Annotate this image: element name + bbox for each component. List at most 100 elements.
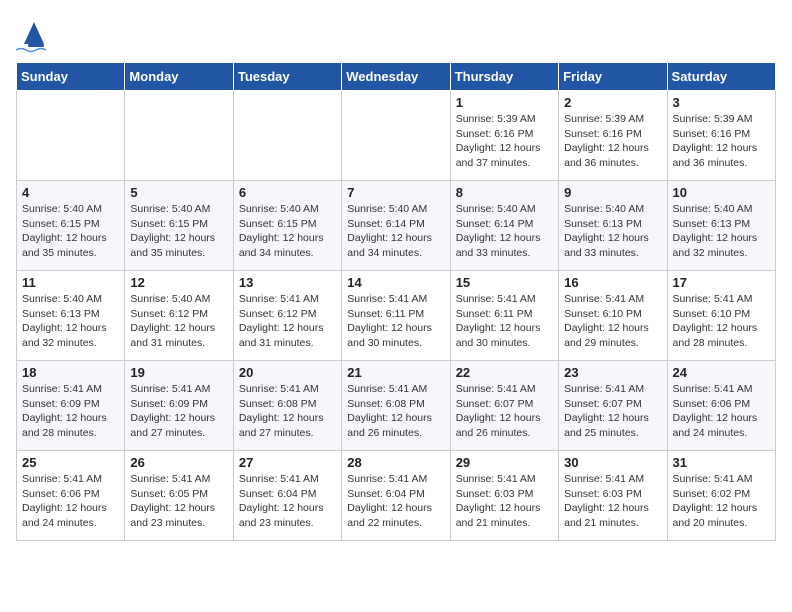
calendar-cell: 22 Sunrise: 5:41 AM Sunset: 6:07 PM Dayli… (450, 361, 558, 451)
calendar-cell: 9 Sunrise: 5:40 AM Sunset: 6:13 PM Daylig… (559, 181, 667, 271)
calendar-cell: 30 Sunrise: 5:41 AM Sunset: 6:03 PM Dayli… (559, 451, 667, 541)
day-info: Sunrise: 5:39 AM Sunset: 6:16 PM Dayligh… (564, 112, 661, 171)
day-info: Sunrise: 5:41 AM Sunset: 6:06 PM Dayligh… (673, 382, 770, 441)
day-info: Sunrise: 5:40 AM Sunset: 6:13 PM Dayligh… (564, 202, 661, 261)
day-number: 21 (347, 365, 444, 380)
calendar-week-row: 25 Sunrise: 5:41 AM Sunset: 6:06 PM Dayli… (17, 451, 776, 541)
weekday-header-thursday: Thursday (450, 63, 558, 91)
calendar-cell: 12Sunrise: 5:40 AM Sunset: 6:12 PM Dayli… (125, 271, 233, 361)
day-info: Sunrise: 5:41 AM Sunset: 6:03 PM Dayligh… (456, 472, 553, 531)
calendar-cell: 11 Sunrise: 5:40 AM Sunset: 6:13 PM Dayli… (17, 271, 125, 361)
day-number: 3 (673, 95, 770, 110)
day-info: Sunrise: 5:41 AM Sunset: 6:04 PM Dayligh… (239, 472, 336, 531)
calendar-cell: 5 Sunrise: 5:40 AM Sunset: 6:15 PM Daylig… (125, 181, 233, 271)
day-info: Sunrise: 5:41 AM Sunset: 6:10 PM Dayligh… (673, 292, 770, 351)
calendar-cell: 8 Sunrise: 5:40 AM Sunset: 6:14 PM Daylig… (450, 181, 558, 271)
day-info: Sunrise: 5:40 AM Sunset: 6:15 PM Dayligh… (22, 202, 119, 261)
day-number: 2 (564, 95, 661, 110)
day-number: 23 (564, 365, 661, 380)
day-number: 7 (347, 185, 444, 200)
day-number: 14 (347, 275, 444, 290)
calendar-cell: 27 Sunrise: 5:41 AM Sunset: 6:04 PM Dayli… (233, 451, 341, 541)
calendar-cell: 23 Sunrise: 5:41 AM Sunset: 6:07 PM Dayli… (559, 361, 667, 451)
day-number: 16 (564, 275, 661, 290)
day-number: 6 (239, 185, 336, 200)
logo-svg (16, 16, 96, 54)
day-info: Sunrise: 5:40 AM Sunset: 6:15 PM Dayligh… (239, 202, 336, 261)
day-info: Sunrise: 5:41 AM Sunset: 6:04 PM Dayligh… (347, 472, 444, 531)
day-info: Sunrise: 5:39 AM Sunset: 6:16 PM Dayligh… (456, 112, 553, 171)
day-number: 4 (22, 185, 119, 200)
calendar-cell: 31 Sunrise: 5:41 AM Sunset: 6:02 PM Dayli… (667, 451, 775, 541)
day-info: Sunrise: 5:41 AM Sunset: 6:07 PM Dayligh… (456, 382, 553, 441)
calendar-cell: 26 Sunrise: 5:41 AM Sunset: 6:05 PM Dayli… (125, 451, 233, 541)
weekday-header-monday: Monday (125, 63, 233, 91)
day-number: 22 (456, 365, 553, 380)
day-info: Sunrise: 5:41 AM Sunset: 6:06 PM Dayligh… (22, 472, 119, 531)
day-info: Sunrise: 5:41 AM Sunset: 6:08 PM Dayligh… (347, 382, 444, 441)
calendar-cell (17, 91, 125, 181)
day-info: Sunrise: 5:41 AM Sunset: 6:07 PM Dayligh… (564, 382, 661, 441)
calendar-cell: 29Sunrise: 5:41 AM Sunset: 6:03 PM Dayli… (450, 451, 558, 541)
calendar-week-row: 18Sunrise: 5:41 AM Sunset: 6:09 PM Dayli… (17, 361, 776, 451)
day-info: Sunrise: 5:40 AM Sunset: 6:14 PM Dayligh… (456, 202, 553, 261)
calendar-table: SundayMondayTuesdayWednesdayThursdayFrid… (16, 62, 776, 541)
logo (16, 16, 96, 54)
day-number: 31 (673, 455, 770, 470)
day-number: 10 (673, 185, 770, 200)
calendar-week-row: 1 Sunrise: 5:39 AM Sunset: 6:16 PM Daylig… (17, 91, 776, 181)
calendar-header: SundayMondayTuesdayWednesdayThursdayFrid… (17, 63, 776, 91)
day-number: 15 (456, 275, 553, 290)
day-number: 24 (673, 365, 770, 380)
day-number: 27 (239, 455, 336, 470)
day-number: 19 (130, 365, 227, 380)
day-info: Sunrise: 5:41 AM Sunset: 6:11 PM Dayligh… (456, 292, 553, 351)
calendar-cell: 17Sunrise: 5:41 AM Sunset: 6:10 PM Dayli… (667, 271, 775, 361)
day-number: 30 (564, 455, 661, 470)
day-number: 1 (456, 95, 553, 110)
calendar-cell: 14 Sunrise: 5:41 AM Sunset: 6:11 PM Dayli… (342, 271, 450, 361)
weekday-header-row: SundayMondayTuesdayWednesdayThursdayFrid… (17, 63, 776, 91)
day-number: 8 (456, 185, 553, 200)
day-info: Sunrise: 5:41 AM Sunset: 6:03 PM Dayligh… (564, 472, 661, 531)
day-info: Sunrise: 5:41 AM Sunset: 6:11 PM Dayligh… (347, 292, 444, 351)
day-info: Sunrise: 5:41 AM Sunset: 6:10 PM Dayligh… (564, 292, 661, 351)
calendar-cell: 1 Sunrise: 5:39 AM Sunset: 6:16 PM Daylig… (450, 91, 558, 181)
day-number: 18 (22, 365, 119, 380)
calendar-cell: 2 Sunrise: 5:39 AM Sunset: 6:16 PM Daylig… (559, 91, 667, 181)
page-header (16, 16, 776, 54)
day-info: Sunrise: 5:41 AM Sunset: 6:02 PM Dayligh… (673, 472, 770, 531)
calendar-cell: 15 Sunrise: 5:41 AM Sunset: 6:11 PM Dayli… (450, 271, 558, 361)
weekday-header-sunday: Sunday (17, 63, 125, 91)
day-info: Sunrise: 5:40 AM Sunset: 6:14 PM Dayligh… (347, 202, 444, 261)
calendar-week-row: 11 Sunrise: 5:40 AM Sunset: 6:13 PM Dayli… (17, 271, 776, 361)
day-number: 12 (130, 275, 227, 290)
day-number: 11 (22, 275, 119, 290)
calendar-cell: 20Sunrise: 5:41 AM Sunset: 6:08 PM Dayli… (233, 361, 341, 451)
calendar-cell (233, 91, 341, 181)
day-number: 25 (22, 455, 119, 470)
calendar-cell: 13Sunrise: 5:41 AM Sunset: 6:12 PM Dayli… (233, 271, 341, 361)
weekday-header-saturday: Saturday (667, 63, 775, 91)
calendar-cell: 19Sunrise: 5:41 AM Sunset: 6:09 PM Dayli… (125, 361, 233, 451)
calendar-cell: 18Sunrise: 5:41 AM Sunset: 6:09 PM Dayli… (17, 361, 125, 451)
day-info: Sunrise: 5:40 AM Sunset: 6:15 PM Dayligh… (130, 202, 227, 261)
day-number: 9 (564, 185, 661, 200)
day-info: Sunrise: 5:39 AM Sunset: 6:16 PM Dayligh… (673, 112, 770, 171)
day-info: Sunrise: 5:41 AM Sunset: 6:08 PM Dayligh… (239, 382, 336, 441)
calendar-cell: 16 Sunrise: 5:41 AM Sunset: 6:10 PM Dayli… (559, 271, 667, 361)
calendar-cell (342, 91, 450, 181)
day-number: 26 (130, 455, 227, 470)
day-info: Sunrise: 5:40 AM Sunset: 6:13 PM Dayligh… (673, 202, 770, 261)
day-info: Sunrise: 5:40 AM Sunset: 6:13 PM Dayligh… (22, 292, 119, 351)
calendar-cell: 10 Sunrise: 5:40 AM Sunset: 6:13 PM Dayli… (667, 181, 775, 271)
day-info: Sunrise: 5:41 AM Sunset: 6:05 PM Dayligh… (130, 472, 227, 531)
weekday-header-tuesday: Tuesday (233, 63, 341, 91)
calendar-cell: 21 Sunrise: 5:41 AM Sunset: 6:08 PM Dayli… (342, 361, 450, 451)
day-number: 5 (130, 185, 227, 200)
day-number: 13 (239, 275, 336, 290)
calendar-cell: 24 Sunrise: 5:41 AM Sunset: 6:06 PM Dayli… (667, 361, 775, 451)
calendar-cell: 6 Sunrise: 5:40 AM Sunset: 6:15 PM Daylig… (233, 181, 341, 271)
calendar-body: 1 Sunrise: 5:39 AM Sunset: 6:16 PM Daylig… (17, 91, 776, 541)
calendar-cell: 28Sunrise: 5:41 AM Sunset: 6:04 PM Dayli… (342, 451, 450, 541)
